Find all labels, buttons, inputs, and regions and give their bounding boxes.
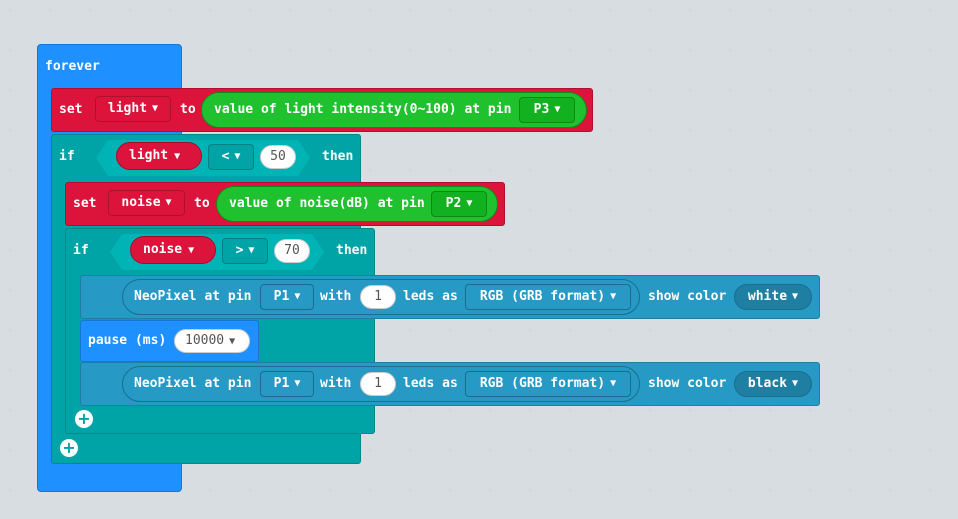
chevron-down-icon: ▼ bbox=[165, 197, 172, 208]
chevron-down-icon: ▼ bbox=[188, 245, 195, 256]
if-label: if bbox=[59, 149, 75, 164]
chevron-down-icon: ▼ bbox=[234, 151, 241, 162]
pin-dropdown-label: P1 bbox=[273, 289, 290, 304]
with-label: with bbox=[320, 376, 352, 391]
pause-label: pause (ms) bbox=[88, 333, 167, 348]
operator-label: < bbox=[221, 149, 230, 164]
show-color-label: show color bbox=[648, 289, 727, 304]
to-label: to bbox=[180, 102, 196, 117]
pause-duration-input[interactable]: 10000 ▼ bbox=[174, 329, 250, 353]
with-label: with bbox=[320, 289, 352, 304]
pin-dropdown-p3[interactable]: P3 ▼ bbox=[519, 97, 575, 123]
color-dropdown-white[interactable]: white ▼ bbox=[734, 284, 812, 310]
number-input-50[interactable]: 50 bbox=[260, 145, 296, 169]
plus-circle-icon[interactable]: + bbox=[75, 410, 93, 428]
chevron-down-icon: ▼ bbox=[792, 378, 799, 389]
variable-dropdown-label: noise bbox=[121, 195, 161, 210]
led-count-input[interactable]: 1 bbox=[360, 372, 396, 396]
chevron-down-icon: ▼ bbox=[792, 291, 799, 302]
set-label: set bbox=[59, 102, 83, 117]
pin-dropdown-label: P1 bbox=[273, 376, 290, 391]
operator-dropdown-gt[interactable]: > ▼ bbox=[222, 238, 268, 264]
format-dropdown[interactable]: RGB (GRB format) ▼ bbox=[465, 371, 631, 397]
number-value: 70 bbox=[284, 243, 300, 258]
leds-as-label: leds as bbox=[403, 376, 458, 391]
to-label: to bbox=[194, 196, 210, 211]
variable-light-label: light bbox=[129, 148, 169, 163]
plus-circle-icon[interactable]: + bbox=[60, 439, 78, 457]
format-dropdown-label: RGB (GRB format) bbox=[479, 376, 606, 391]
variable-dropdown-light[interactable]: light ▼ bbox=[95, 96, 171, 122]
chevron-down-icon: ▼ bbox=[294, 378, 301, 389]
operator-dropdown-lt[interactable]: < ▼ bbox=[208, 144, 254, 170]
pin-dropdown-p1[interactable]: P1 ▼ bbox=[260, 371, 314, 397]
neopixel-label: NeoPixel at pin bbox=[134, 289, 252, 304]
color-dropdown-black[interactable]: black ▼ bbox=[734, 371, 812, 397]
then-label: then bbox=[322, 149, 354, 164]
chevron-down-icon: ▼ bbox=[554, 104, 561, 115]
variable-dropdown-noise[interactable]: noise ▼ bbox=[108, 190, 185, 216]
number-input-70[interactable]: 70 bbox=[274, 239, 310, 263]
then-label: then bbox=[336, 243, 368, 258]
variable-dropdown-label: light bbox=[107, 101, 148, 116]
chevron-down-icon: ▼ bbox=[610, 378, 617, 389]
pin-dropdown-label: P3 bbox=[533, 102, 550, 117]
pause-duration-value: 10000 bbox=[185, 333, 225, 348]
forever-label: forever bbox=[45, 59, 100, 74]
variable-light-reporter[interactable]: light ▼ bbox=[116, 142, 202, 170]
chevron-down-icon: ▼ bbox=[466, 198, 473, 209]
noise-sensor-label: value of noise(dB) at pin bbox=[229, 196, 425, 211]
led-count-input[interactable]: 1 bbox=[360, 285, 396, 309]
chevron-down-icon: ▼ bbox=[610, 291, 617, 302]
neopixel-label: NeoPixel at pin bbox=[134, 376, 252, 391]
led-count-value: 1 bbox=[374, 289, 382, 304]
color-dropdown-label: black bbox=[747, 376, 788, 391]
if-label: if bbox=[73, 243, 89, 258]
set-label: set bbox=[73, 196, 97, 211]
format-dropdown-label: RGB (GRB format) bbox=[479, 289, 606, 304]
chevron-down-icon: ▼ bbox=[248, 245, 255, 256]
variable-noise-label: noise bbox=[143, 242, 183, 257]
operator-label: > bbox=[235, 243, 244, 258]
chevron-down-icon: ▼ bbox=[152, 103, 159, 114]
pin-dropdown-p1[interactable]: P1 ▼ bbox=[260, 284, 314, 310]
leds-as-label: leds as bbox=[403, 289, 458, 304]
pin-dropdown-label: P2 bbox=[445, 196, 462, 211]
chevron-down-icon: ▼ bbox=[294, 291, 301, 302]
led-count-value: 1 bbox=[374, 376, 382, 391]
color-dropdown-label: white bbox=[747, 289, 788, 304]
show-color-label: show color bbox=[648, 376, 727, 391]
light-sensor-label: value of light intensity(0~100) at pin bbox=[214, 102, 512, 117]
number-value: 50 bbox=[270, 149, 286, 164]
format-dropdown[interactable]: RGB (GRB format) ▼ bbox=[465, 284, 631, 310]
variable-noise-reporter[interactable]: noise ▼ bbox=[130, 236, 216, 264]
chevron-down-icon: ▼ bbox=[229, 336, 236, 347]
chevron-down-icon: ▼ bbox=[174, 151, 181, 162]
pin-dropdown-p2[interactable]: P2 ▼ bbox=[431, 191, 487, 217]
